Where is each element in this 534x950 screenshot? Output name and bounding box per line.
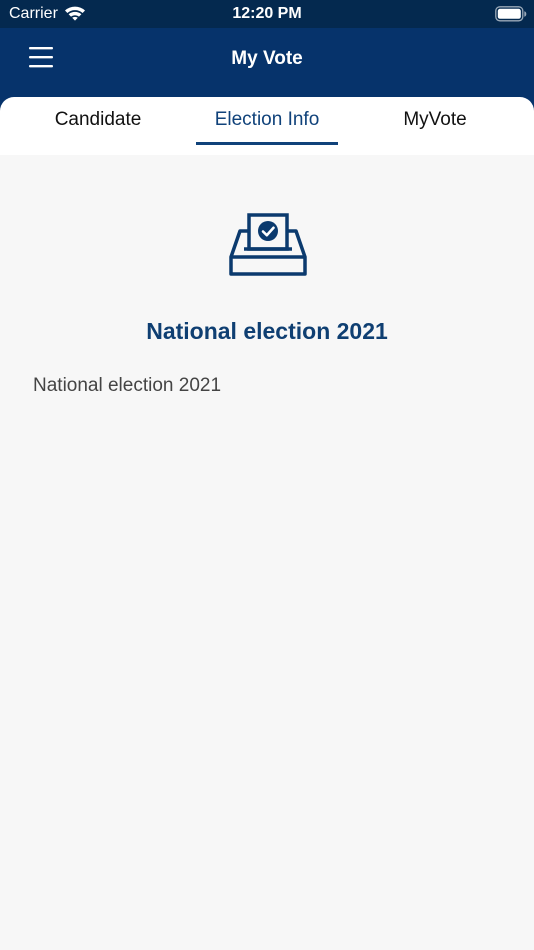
battery-icon xyxy=(495,6,527,22)
status-time: 12:20 PM xyxy=(232,5,302,22)
tab-election-info[interactable]: Election Info xyxy=(187,97,347,155)
election-title: National election 2021 xyxy=(146,318,388,344)
election-description: National election 2021 xyxy=(33,375,222,396)
tab-bar: Candidate Election Info MyVote xyxy=(0,97,534,155)
tab-myvote[interactable]: MyVote xyxy=(355,97,515,155)
active-tab-indicator xyxy=(196,142,338,145)
status-bar: Carrier 12:20 PM xyxy=(0,0,534,28)
app-header: Carrier 12:20 PM My Vote xyxy=(0,0,534,112)
tab-candidate[interactable]: Candidate xyxy=(18,97,178,155)
page-title: My Vote xyxy=(231,48,303,69)
ballot-box-icon xyxy=(228,212,308,280)
election-info-panel: National election 2021 National election… xyxy=(0,155,534,950)
